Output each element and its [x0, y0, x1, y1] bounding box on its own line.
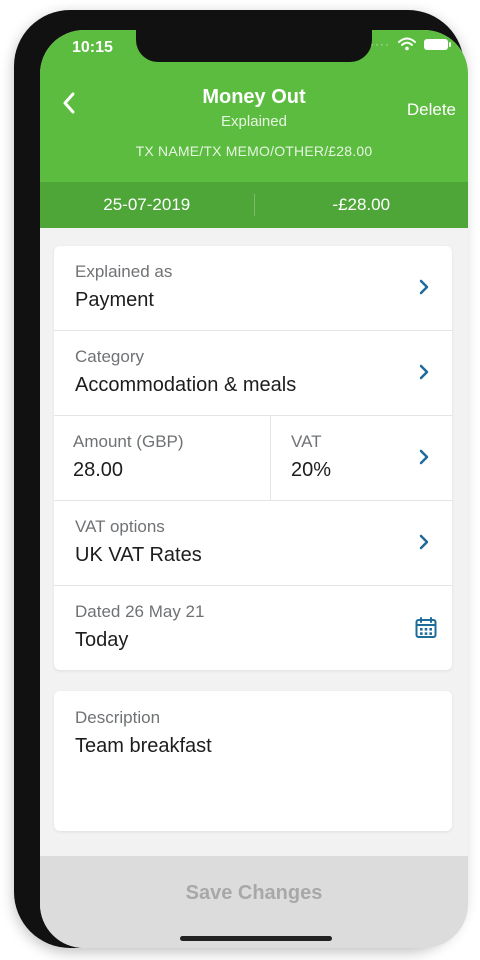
home-indicator	[180, 936, 332, 941]
dated-value: Today	[75, 629, 129, 651]
explained-as-label: Explained as	[75, 262, 173, 281]
signal-icon: ····	[370, 37, 390, 51]
dated-row[interactable]: Dated 26 May 21 Today	[54, 586, 452, 670]
vat-options-label: VAT options	[75, 517, 165, 536]
explained-as-value: Payment	[75, 289, 154, 311]
dated-label: Dated 26 May 21	[75, 602, 205, 621]
category-value: Accommodation & meals	[75, 374, 297, 396]
vat-options-row[interactable]: VAT options UK VAT Rates	[54, 501, 452, 586]
description-label: Description	[75, 708, 161, 727]
wifi-icon	[398, 37, 416, 51]
description-field[interactable]: Description Team breakfast	[54, 691, 452, 758]
status-icons: ····	[370, 37, 451, 51]
save-bar: Save Changes	[40, 856, 468, 948]
chevron-right-icon	[419, 364, 429, 380]
transaction-memo: TX NAME/TX MEMO/OTHER/£28.00	[135, 143, 373, 159]
amount-value: 28.00	[73, 459, 124, 481]
amount-vat-row: Amount (GBP) 28.00 VAT 20%	[54, 416, 452, 501]
phone-frame: 10:15 ···· Money Out Explained Delete TX…	[14, 10, 468, 948]
title-block: Money Out Explained	[40, 86, 468, 130]
transaction-amount: -£28.00	[332, 195, 391, 214]
category-row[interactable]: Category Accommodation & meals	[54, 331, 452, 416]
chevron-right-icon	[419, 534, 429, 550]
description-card[interactable]: Description Team breakfast	[54, 691, 452, 831]
chevron-right-icon	[419, 279, 429, 295]
amount-field[interactable]: Amount (GBP) 28.00	[54, 416, 271, 500]
status-time: 10:15	[72, 39, 113, 56]
transaction-date: 25-07-2019	[103, 195, 191, 214]
calendar-icon[interactable]	[414, 616, 438, 640]
page-title: Money Out	[202, 86, 306, 108]
description-value[interactable]: Team breakfast	[75, 735, 452, 758]
category-label: Category	[75, 347, 144, 366]
notch	[136, 30, 372, 62]
vat-options-field[interactable]: VAT options UK VAT Rates	[54, 501, 452, 585]
details-card: Explained as Payment Category Accommodat…	[54, 246, 452, 670]
page-subtitle: Explained	[221, 113, 287, 130]
vat-options-value: UK VAT Rates	[75, 544, 202, 566]
battery-icon	[424, 38, 451, 50]
screen: 10:15 ···· Money Out Explained Delete TX…	[40, 30, 468, 948]
explained-as-row[interactable]: Explained as Payment	[54, 246, 452, 331]
delete-button[interactable]: Delete	[407, 100, 456, 120]
dated-field[interactable]: Dated 26 May 21 Today	[54, 586, 452, 670]
transaction-summary: 25-07-2019 -£28.00	[40, 182, 468, 228]
amount-label: Amount (GBP)	[73, 432, 184, 451]
chevron-right-icon	[419, 449, 429, 465]
explained-as-field[interactable]: Explained as Payment	[54, 246, 452, 330]
header: 10:15 ···· Money Out Explained Delete TX…	[40, 30, 468, 182]
category-field[interactable]: Category Accommodation & meals	[54, 331, 452, 415]
